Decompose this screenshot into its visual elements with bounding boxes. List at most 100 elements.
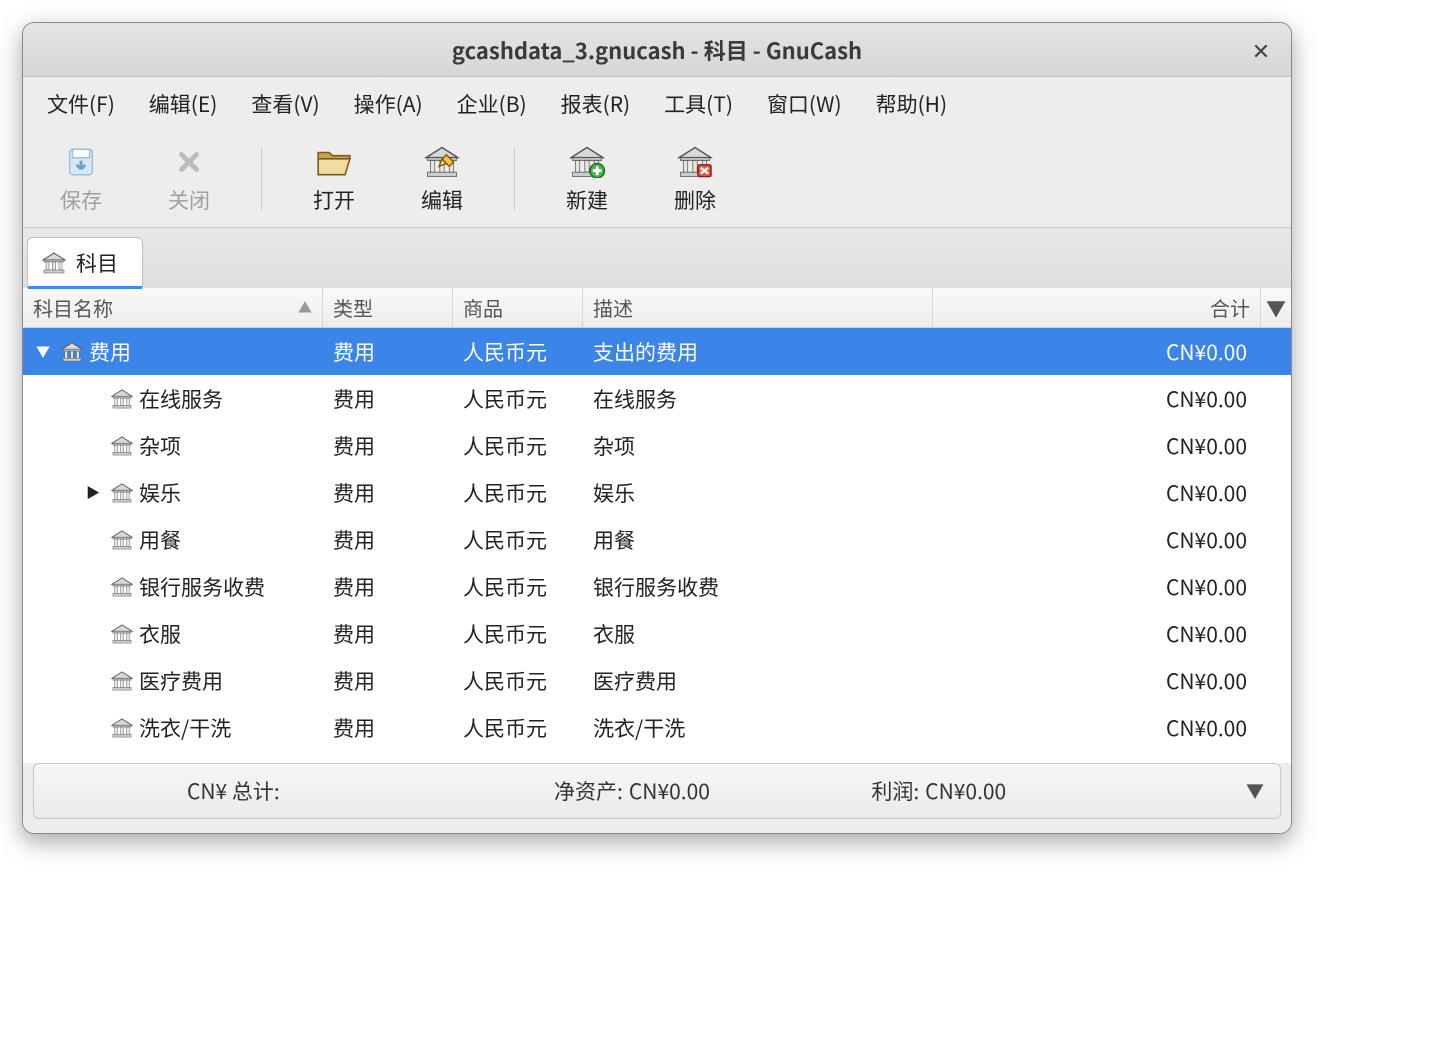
account-total-cell: CN¥0.00 — [933, 619, 1261, 649]
account-name-cell: ▼ 费用 — [23, 337, 323, 367]
status-grand-total: CN¥ 总计: — [34, 776, 433, 806]
account-row[interactable]: 银行服务收费费用人民币元银行服务收费CN¥0.00 — [23, 563, 1291, 610]
account-icon — [111, 436, 133, 456]
window-title: gcashdata_3.gnucash - 科目 - GnuCash — [452, 34, 862, 66]
account-type-cell: 费用 — [323, 431, 453, 461]
expander-closed-icon[interactable]: ▶ — [81, 483, 105, 503]
account-desc-cell: 银行服务收费 — [583, 572, 933, 602]
tab-bar: 科目 — [23, 228, 1291, 288]
account-commodity-cell: 人民币元 — [453, 478, 583, 508]
tab-accounts[interactable]: 科目 — [27, 237, 143, 288]
account-name-cell: 在线服务 — [23, 384, 323, 414]
account-desc-cell: 衣服 — [583, 619, 933, 649]
account-commodity-cell: 人民币元 — [453, 666, 583, 696]
expander-open-icon[interactable]: ▼ — [31, 342, 55, 362]
toolbar: 保存 关闭 打开 编辑 新建 — [23, 131, 1291, 228]
account-icon — [111, 389, 133, 409]
col-description[interactable]: 描述 — [583, 288, 933, 327]
account-row[interactable]: 杂项费用人民币元杂项CN¥0.00 — [23, 422, 1291, 469]
menu-actions[interactable]: 操作(A) — [338, 83, 439, 125]
status-bar: CN¥ 总计: 净资产: CN¥0.00 利润: CN¥0.00 ▼ — [33, 763, 1281, 819]
toolbar-open-button[interactable]: 打开 — [280, 139, 388, 219]
toolbar-delete-button[interactable]: 删除 — [641, 139, 749, 219]
account-commodity-cell: 人民币元 — [453, 619, 583, 649]
toolbar-separator — [514, 147, 515, 211]
account-icon — [61, 342, 83, 362]
col-menu-button[interactable]: ▼ — [1261, 288, 1291, 327]
toolbar-open-label: 打开 — [313, 185, 355, 215]
account-name-label: 费用 — [89, 337, 131, 367]
account-row[interactable]: ▼费用费用人民币元支出的费用CN¥0.00 — [23, 328, 1291, 375]
account-row[interactable]: 在线服务费用人民币元在线服务CN¥0.00 — [23, 375, 1291, 422]
account-total-cell: CN¥0.00 — [933, 572, 1261, 602]
col-account-name[interactable]: 科目名称 ▲ — [23, 288, 323, 327]
account-name-label: 医疗费用 — [139, 666, 223, 696]
status-net-assets: 净资产: CN¥0.00 — [433, 776, 832, 806]
account-type-cell: 费用 — [323, 619, 453, 649]
account-commodity-cell: 人民币元 — [453, 713, 583, 743]
account-row[interactable]: 医疗费用费用人民币元医疗费用CN¥0.00 — [23, 657, 1291, 704]
account-row[interactable]: 用餐费用人民币元用餐CN¥0.00 — [23, 516, 1291, 563]
account-total-cell: CN¥0.00 — [933, 666, 1261, 696]
app-window: gcashdata_3.gnucash - 科目 - GnuCash ✕ 文件(… — [22, 22, 1292, 834]
account-name-label: 银行服务收费 — [139, 572, 265, 602]
account-desc-cell: 娱乐 — [583, 478, 933, 508]
menu-view[interactable]: 查看(V) — [235, 83, 335, 125]
col-type[interactable]: 类型 — [323, 288, 453, 327]
account-row[interactable]: 衣服费用人民币元衣服CN¥0.00 — [23, 610, 1291, 657]
toolbar-edit-button[interactable]: 编辑 — [388, 139, 496, 219]
save-icon — [61, 145, 101, 179]
col-commodity[interactable]: 商品 — [453, 288, 583, 327]
account-type-cell: 费用 — [323, 713, 453, 743]
chevron-down-icon: ▼ — [1246, 778, 1264, 804]
account-total-cell: CN¥0.00 — [933, 713, 1261, 743]
window-close-button[interactable]: ✕ — [1247, 36, 1275, 64]
toolbar-new-label: 新建 — [566, 185, 608, 215]
menu-help[interactable]: 帮助(H) — [860, 83, 963, 125]
account-row[interactable]: ▶娱乐费用人民币元娱乐CN¥0.00 — [23, 469, 1291, 516]
account-name-cell: 洗衣/干洗 — [23, 713, 323, 743]
menu-edit[interactable]: 编辑(E) — [133, 83, 234, 125]
toolbar-new-button[interactable]: 新建 — [533, 139, 641, 219]
folder-open-icon — [314, 145, 354, 179]
sort-asc-icon: ▲ — [298, 298, 312, 318]
account-name-label: 娱乐 — [139, 478, 181, 508]
account-type-cell: 费用 — [323, 384, 453, 414]
account-icon — [111, 577, 133, 597]
status-dropdown-button[interactable]: ▼ — [1230, 778, 1280, 804]
menu-business[interactable]: 企业(B) — [441, 83, 543, 125]
toolbar-edit-label: 编辑 — [421, 185, 463, 215]
menu-reports[interactable]: 报表(R) — [545, 83, 647, 125]
menu-file[interactable]: 文件(F) — [31, 83, 131, 125]
new-account-icon — [567, 145, 607, 179]
delete-account-icon — [675, 145, 715, 179]
account-commodity-cell: 人民币元 — [453, 431, 583, 461]
col-total[interactable]: 合计 — [933, 288, 1261, 327]
account-tree[interactable]: ▼费用费用人民币元支出的费用CN¥0.00在线服务费用人民币元在线服务CN¥0.… — [23, 328, 1291, 751]
account-icon — [111, 483, 133, 503]
account-name-label: 在线服务 — [139, 384, 223, 414]
close-icon — [169, 145, 209, 179]
menu-tools[interactable]: 工具(T) — [648, 83, 749, 125]
chevron-down-icon: ▼ — [1266, 293, 1286, 322]
account-commodity-cell: 人民币元 — [453, 572, 583, 602]
account-type-cell: 费用 — [323, 525, 453, 555]
account-type-cell: 费用 — [323, 666, 453, 696]
account-name-cell: 杂项 — [23, 431, 323, 461]
account-desc-cell: 支出的费用 — [583, 337, 933, 367]
account-type-cell: 费用 — [323, 337, 453, 367]
account-row[interactable]: 洗衣/干洗费用人民币元洗衣/干洗CN¥0.00 — [23, 704, 1291, 751]
account-name-cell: 银行服务收费 — [23, 572, 323, 602]
account-icon — [111, 624, 133, 644]
tab-label: 科目 — [76, 248, 118, 278]
account-total-cell: CN¥0.00 — [933, 337, 1261, 367]
accounts-icon — [42, 252, 66, 274]
account-commodity-cell: 人民币元 — [453, 525, 583, 555]
account-name-label: 杂项 — [139, 431, 181, 461]
titlebar: gcashdata_3.gnucash - 科目 - GnuCash ✕ — [23, 23, 1291, 77]
toolbar-save-button: 保存 — [27, 139, 135, 219]
account-name-cell: 用餐 — [23, 525, 323, 555]
account-icon — [111, 530, 133, 550]
menu-window[interactable]: 窗口(W) — [751, 83, 858, 125]
account-total-cell: CN¥0.00 — [933, 525, 1261, 555]
